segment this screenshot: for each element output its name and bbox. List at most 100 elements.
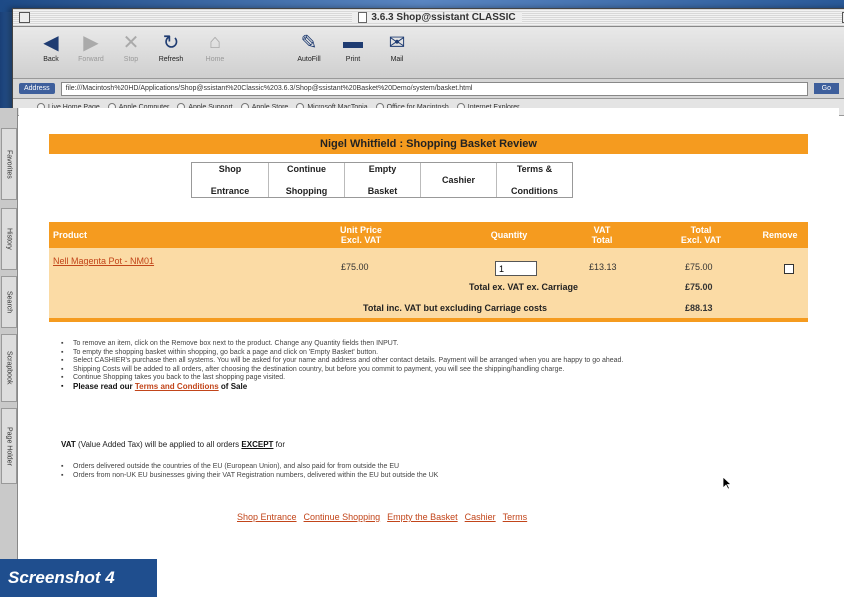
nav-label: Entrance (210, 185, 250, 196)
screenshot-caption: Screenshot 4 (0, 559, 157, 597)
footer-links: Shop Entrance Continue Shopping Empty the … (237, 512, 527, 522)
toolbar-button-label: Back (43, 56, 59, 63)
refresh-icon: ↻ (162, 31, 180, 54)
vat-exception-item: Orders delivered outside the countries o… (59, 463, 759, 472)
sidetab-favorites[interactable]: Favorites (1, 128, 17, 200)
total-ex-label: Total ex. VAT ex. Carriage (469, 282, 579, 292)
footer-link[interactable]: Terms (503, 512, 528, 522)
address-label: Address (19, 83, 55, 94)
close-box[interactable] (19, 12, 30, 23)
vat-exceptions: Orders delivered outside the countries o… (59, 463, 759, 480)
remove-checkbox[interactable] (784, 264, 794, 274)
sidetab-history[interactable]: History (1, 208, 17, 270)
page-content: Nigel Whitfield : Shopping Basket Review… (19, 108, 839, 597)
instruction-item: Shipping Costs will be added to all orde… (59, 366, 829, 375)
terms-notice: Please read our Terms and Conditions of … (59, 381, 829, 392)
nav-label: Terms & (516, 163, 553, 174)
col-vat-line2: Total (591, 235, 613, 245)
screenshot-frame: 3.6.3 Shop@ssistant CLASSIC ◀ Back ▶ Forwar… (0, 0, 844, 597)
col-unit-price-line2: Excl. VAT (340, 235, 382, 245)
document-icon (358, 12, 368, 23)
toolbar-button-label: Stop (123, 56, 139, 63)
footer-link[interactable]: Cashier (465, 512, 496, 522)
line-total: £75.00 (685, 262, 713, 272)
col-total-line2: Excl. VAT (680, 235, 722, 245)
window-title-text: 3.6.3 Shop@ssistant CLASSIC (371, 12, 516, 23)
col-quantity: Quantity (490, 230, 528, 240)
terms-prefix: Please read our (73, 381, 133, 391)
toolbar-button-label: Refresh (158, 56, 184, 63)
address-bar: Address file:///Macintosh%20HD/Applicati… (13, 79, 844, 99)
autofill-icon: ✎ (300, 31, 318, 54)
nav-empty-basket[interactable]: Empty Basket (344, 163, 420, 197)
toolbar-button-label: Forward (78, 56, 104, 63)
vat-text: (Value Added Tax) will be applied to all… (78, 440, 240, 449)
toolbar-button-label: Print (345, 56, 361, 63)
footer-link[interactable]: Empty the Basket (387, 512, 458, 522)
vat-label: VAT (61, 440, 76, 449)
nav-continue-shopping[interactable]: Continue Shopping (268, 163, 344, 197)
quantity-input[interactable] (495, 261, 537, 276)
nav-label: Cashier (441, 174, 476, 185)
nav-label: Empty (368, 163, 397, 174)
basket-instructions: To remove an item, click on the Remove b… (59, 340, 829, 392)
print-icon: ▬ (343, 30, 363, 53)
terms-suffix: of Sale (220, 381, 248, 391)
product-name[interactable]: Nell Magenta Pot - NM01 (53, 256, 154, 266)
toolbar-button-forward[interactable]: ▶ Forward (71, 31, 111, 64)
toolbar-button-back[interactable]: ◀ Back (31, 31, 71, 64)
vat-total: £13.13 (589, 262, 617, 272)
col-total: Total Excl. VAT (671, 222, 731, 248)
col-remove: Remove (762, 230, 798, 240)
go-button[interactable]: Go (813, 83, 839, 94)
instruction-item: To remove an item, click on the Remove b… (59, 340, 829, 349)
sidetab-page-holder[interactable]: Page Holder (1, 408, 17, 484)
back-icon: ◀ (43, 31, 59, 54)
terms-link[interactable]: Terms and Conditions (135, 382, 219, 391)
shop-nav: Shop Entrance Continue Shopping Empty Basket C… (191, 162, 573, 198)
product-link[interactable]: Nell Magenta Pot - NM01 (53, 256, 154, 266)
col-total-line1: Total (690, 225, 712, 235)
mail-icon: ✉ (388, 31, 406, 54)
basket-table-header: Product Unit Price Excl. VAT Quantity VA… (49, 222, 808, 248)
toolbar-button-refresh[interactable]: ↻ Refresh (151, 31, 191, 64)
toolbar-button-label: AutoFill (297, 56, 321, 63)
sidetab-search[interactable]: Search (1, 276, 17, 328)
toolbar-button-label: Mail (390, 56, 404, 63)
instruction-item: To empty the shopping basket within shop… (59, 349, 829, 358)
nav-cashier[interactable]: Cashier (420, 163, 496, 197)
vat-for: for (275, 440, 286, 449)
vat-except: EXCEPT (241, 440, 274, 449)
nav-terms-conditions[interactable]: Terms & Conditions (496, 163, 572, 197)
toolbar-button-print[interactable]: ▬ Print (333, 30, 373, 64)
home-icon: ⌂ (208, 30, 222, 53)
footer-link[interactable]: Continue Shopping (304, 512, 381, 522)
col-vat-line1: VAT (593, 225, 611, 235)
address-field[interactable]: file:///Macintosh%20HD/Applications/Shop… (60, 81, 808, 96)
toolbar-button-stop[interactable]: ✕ Stop (111, 31, 151, 64)
nav-label: Shopping (285, 185, 328, 196)
mouse-cursor-icon (722, 476, 732, 490)
total-inc-label: Total inc. VAT but excluding Carriage co… (363, 303, 548, 313)
nav-label: Conditions (511, 185, 558, 196)
nav-label: Shop (218, 163, 242, 174)
toolbar-button-home[interactable]: ⌂ Home (195, 30, 235, 64)
stop-icon: ✕ (122, 31, 140, 54)
footer-link[interactable]: Shop Entrance (237, 512, 297, 522)
nav-label: Continue (287, 163, 326, 174)
vat-exception-item: Orders from non-UK EU businesses giving … (59, 472, 759, 481)
explorer-bar-tabs: Favorites History Search Scrapbook Page Hold… (0, 108, 18, 588)
browser-toolbar: ◀ Back ▶ Forward ✕ Stop ↻ Refresh ⌂ Home ✎ AutoFill… (13, 27, 844, 79)
col-unit-price: Unit Price Excl. VAT (331, 222, 391, 248)
col-product: Product (53, 230, 88, 240)
toolbar-button-autofill[interactable]: ✎ AutoFill (289, 31, 329, 64)
page-header: Nigel Whitfield : Shopping Basket Review (49, 134, 808, 154)
forward-icon: ▶ (83, 31, 99, 54)
title-bar[interactable]: 3.6.3 Shop@ssistant CLASSIC (13, 9, 844, 27)
instruction-item: Select CASHIER's purchase then all syste… (59, 357, 829, 366)
toolbar-button-mail[interactable]: ✉ Mail (377, 31, 417, 64)
nav-shop-entrance[interactable]: Shop Entrance (192, 163, 268, 197)
window-title: 3.6.3 Shop@ssistant CLASSIC (352, 12, 522, 23)
sidetab-scrapbook[interactable]: Scrapbook (1, 334, 17, 402)
vat-notice: VAT (Value Added Tax) will be applied to… (61, 440, 285, 449)
